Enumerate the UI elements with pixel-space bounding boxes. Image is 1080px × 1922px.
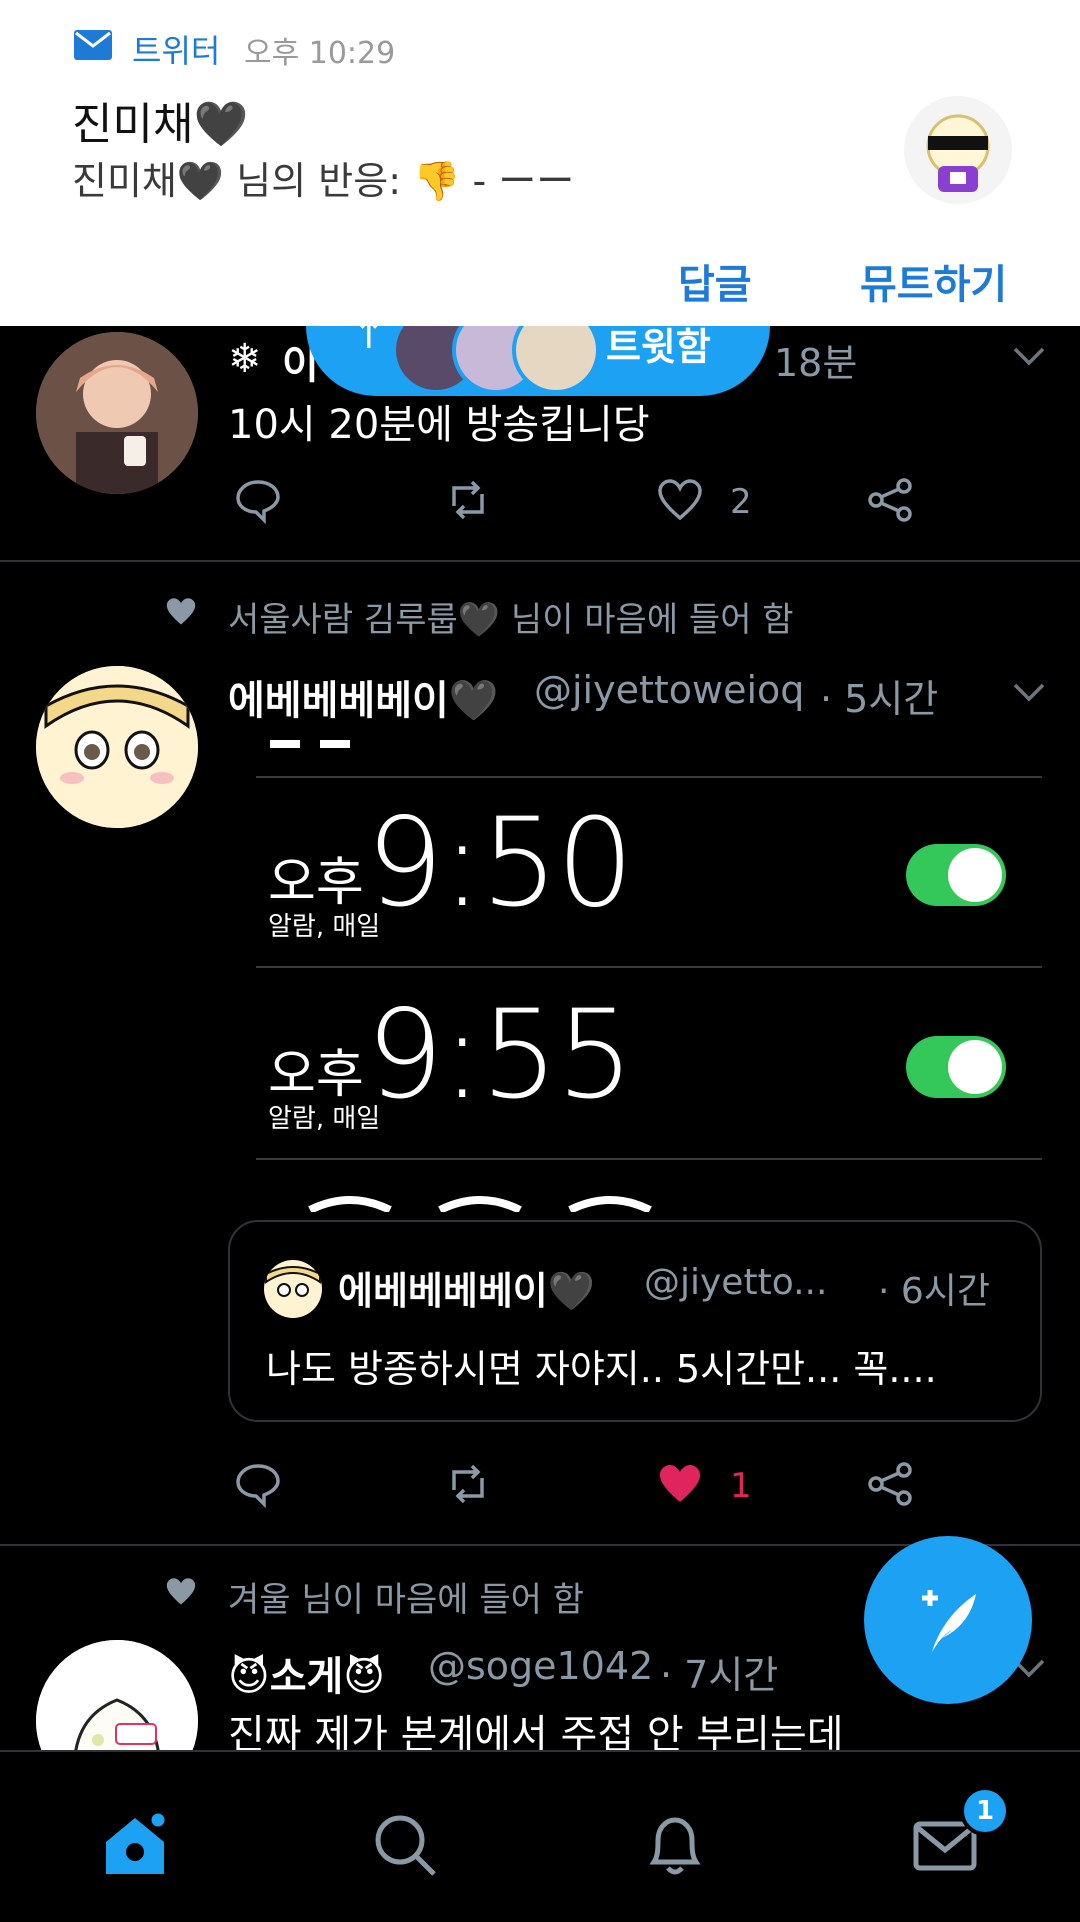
tweet-time: 18분 xyxy=(774,341,858,385)
tweet-text: 10시 20분에 방송킵니당 xyxy=(228,402,650,448)
notification-app-name: 트위터 xyxy=(132,32,221,70)
alarm-ampm: 오후 xyxy=(268,853,364,913)
retweet-icon[interactable] xyxy=(444,476,492,524)
heart-icon xyxy=(166,598,196,625)
reply-button[interactable]: 답글 xyxy=(678,252,752,310)
like-icon-filled[interactable] xyxy=(656,1460,704,1508)
divider xyxy=(256,966,1042,968)
notification-card[interactable]: 트위터 오후 10:29 진미채🖤 진미채🖤 님의 반응: 👎 - ーー 답글 … xyxy=(0,0,1080,326)
snowflake-icon: ❄ xyxy=(228,336,262,382)
chevron-down-icon[interactable] xyxy=(1012,346,1046,366)
heart-icon xyxy=(166,1578,196,1605)
messages-badge: 1 xyxy=(960,1786,1010,1836)
cut-off-glyph xyxy=(308,1196,652,1212)
share-icon[interactable] xyxy=(866,1460,914,1508)
retweet-icon[interactable] xyxy=(444,1460,492,1508)
tweet-author-name: 😈소게😈 xyxy=(228,1654,385,1700)
tweet-time: · 5시간 xyxy=(820,677,939,721)
avatar[interactable] xyxy=(36,666,198,828)
social-context: 서울사람 김루룹🖤 님이 마음에 들어 함 xyxy=(228,600,794,640)
toggle-knob xyxy=(948,848,1002,902)
alarm-toggle xyxy=(906,1036,1006,1098)
compose-feather-icon xyxy=(922,1590,976,1652)
alarm-subtitle: 알람, 매일 xyxy=(268,912,381,942)
tweet-handle: @soge1042 xyxy=(428,1644,654,1688)
home-icon[interactable] xyxy=(100,1810,170,1880)
chevron-down-icon[interactable] xyxy=(1012,682,1046,702)
tweet-time: · 7시간 xyxy=(660,1653,779,1697)
quoted-time: · 6시간 xyxy=(878,1271,991,1312)
notifications-icon[interactable] xyxy=(640,1810,710,1880)
bottom-navigation xyxy=(0,1750,1080,1922)
alarm-time: 9:55 xyxy=(366,984,634,1126)
quoted-text: 나도 방종하시면 자야지.. 5시간만... 꼭.... xyxy=(266,1347,937,1391)
divider xyxy=(256,776,1042,778)
quoted-author-name: 에베베베베이🖤 xyxy=(338,1269,596,1313)
tweet-handle: @jiyettoweioq xyxy=(534,668,805,712)
reply-icon[interactable] xyxy=(234,476,282,524)
tweet-author-name: 에베베베베이🖤 xyxy=(228,678,499,724)
alarm-toggle xyxy=(906,844,1006,906)
notification-body: 진미채🖤 님의 반응: 👎 - ーー xyxy=(72,159,575,203)
search-icon[interactable] xyxy=(370,1810,440,1880)
like-icon[interactable] xyxy=(656,476,704,524)
social-context: 겨울 님이 마음에 들어 함 xyxy=(228,1580,585,1620)
mail-icon xyxy=(74,30,112,60)
mute-button[interactable]: 뮤트하기 xyxy=(860,252,1007,310)
reply-icon[interactable] xyxy=(234,1460,282,1508)
alarm-time: 9:50 xyxy=(366,792,634,934)
divider xyxy=(256,1158,1042,1160)
quoted-handle: @jiyetto... xyxy=(644,1262,828,1303)
notification-time: 오후 10:29 xyxy=(244,36,396,71)
notification-title: 진미채🖤 xyxy=(72,99,249,150)
quoted-tweet[interactable]: 에베베베베이🖤 @jiyetto... · 6시간 나도 방종하시면 자야지..… xyxy=(228,1220,1042,1422)
avatar[interactable] xyxy=(36,332,198,494)
like-count: 1 xyxy=(730,1466,752,1506)
notification-avatar xyxy=(904,96,1012,204)
like-count: 2 xyxy=(730,482,752,522)
avatar xyxy=(264,1260,322,1318)
alarm-ampm: 오후 xyxy=(268,1045,364,1105)
toggle-knob xyxy=(948,1040,1002,1094)
compose-tweet-button[interactable] xyxy=(864,1536,1032,1704)
alarm-subtitle: 알람, 매일 xyxy=(268,1104,381,1134)
tweet-media-image[interactable]: 오후 9:50 알람, 매일 오후 9:55 알람, 매일 xyxy=(230,720,1042,1212)
share-icon[interactable] xyxy=(866,476,914,524)
divider xyxy=(0,560,1080,562)
cut-off-glyph xyxy=(270,740,300,748)
cut-off-glyph xyxy=(320,740,350,748)
